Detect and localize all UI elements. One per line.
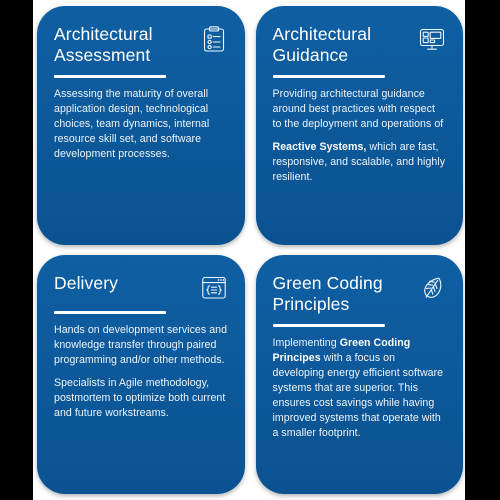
title-divider [272,324,385,327]
card-title: Delivery [54,273,119,293]
code-window-icon [200,274,228,302]
card-green-coding-principles[interactable]: Green Coding Principles Implementing Gre… [255,255,463,494]
card-paragraph: Implementing Green Coding Principes with… [272,337,444,440]
card-paragraph: Reactive Systems, which are fast, respon… [272,141,446,184]
monitor-wireframe-icon [418,25,446,53]
card-paragraph: Assessing the maturity of overall applic… [54,88,210,161]
card-header: Architectural Assessment [54,24,228,66]
title-divider [54,75,166,78]
card-title: Green Coding Principles [272,273,383,314]
card-header: Green Coding Principles [273,273,447,315]
services-card-grid: Architectural Assessment Assessing the m… [33,0,465,500]
card-header: Delivery [54,273,228,302]
emphasis-text: Reactive Systems, [272,141,367,154]
card-paragraph: Hands on development services and knowle… [54,324,228,367]
card-body: Assessing the maturity of overall applic… [54,87,228,162]
card-paragraph: Providing architectural guidance around … [272,88,444,131]
card-title: Architectural Guidance [272,24,372,65]
title-divider [272,75,385,78]
card-body: Implementing Green Coding Principes with… [273,336,447,441]
card-header: Architectural Guidance [273,24,447,66]
clipboard-checklist-icon [200,25,228,53]
card-architectural-assessment[interactable]: Architectural Assessment Assessing the m… [37,6,245,245]
leaf-icon [418,274,446,302]
card-delivery[interactable]: Delivery Hands on development services a… [37,255,245,494]
card-title: Architectural Assessment [54,24,153,65]
card-architectural-guidance[interactable]: Architectural Guidance Providing archite… [255,6,463,245]
card-body: Providing architectural guidance around … [273,87,447,185]
screenshot-root: Architectural Assessment Assessing the m… [0,0,500,500]
card-canvas: Architectural Assessment Assessing the m… [33,0,465,500]
card-body: Hands on development services and knowle… [54,323,228,421]
card-paragraph: Specialists in Agile methodology, postmo… [54,377,226,420]
title-divider [54,311,166,314]
